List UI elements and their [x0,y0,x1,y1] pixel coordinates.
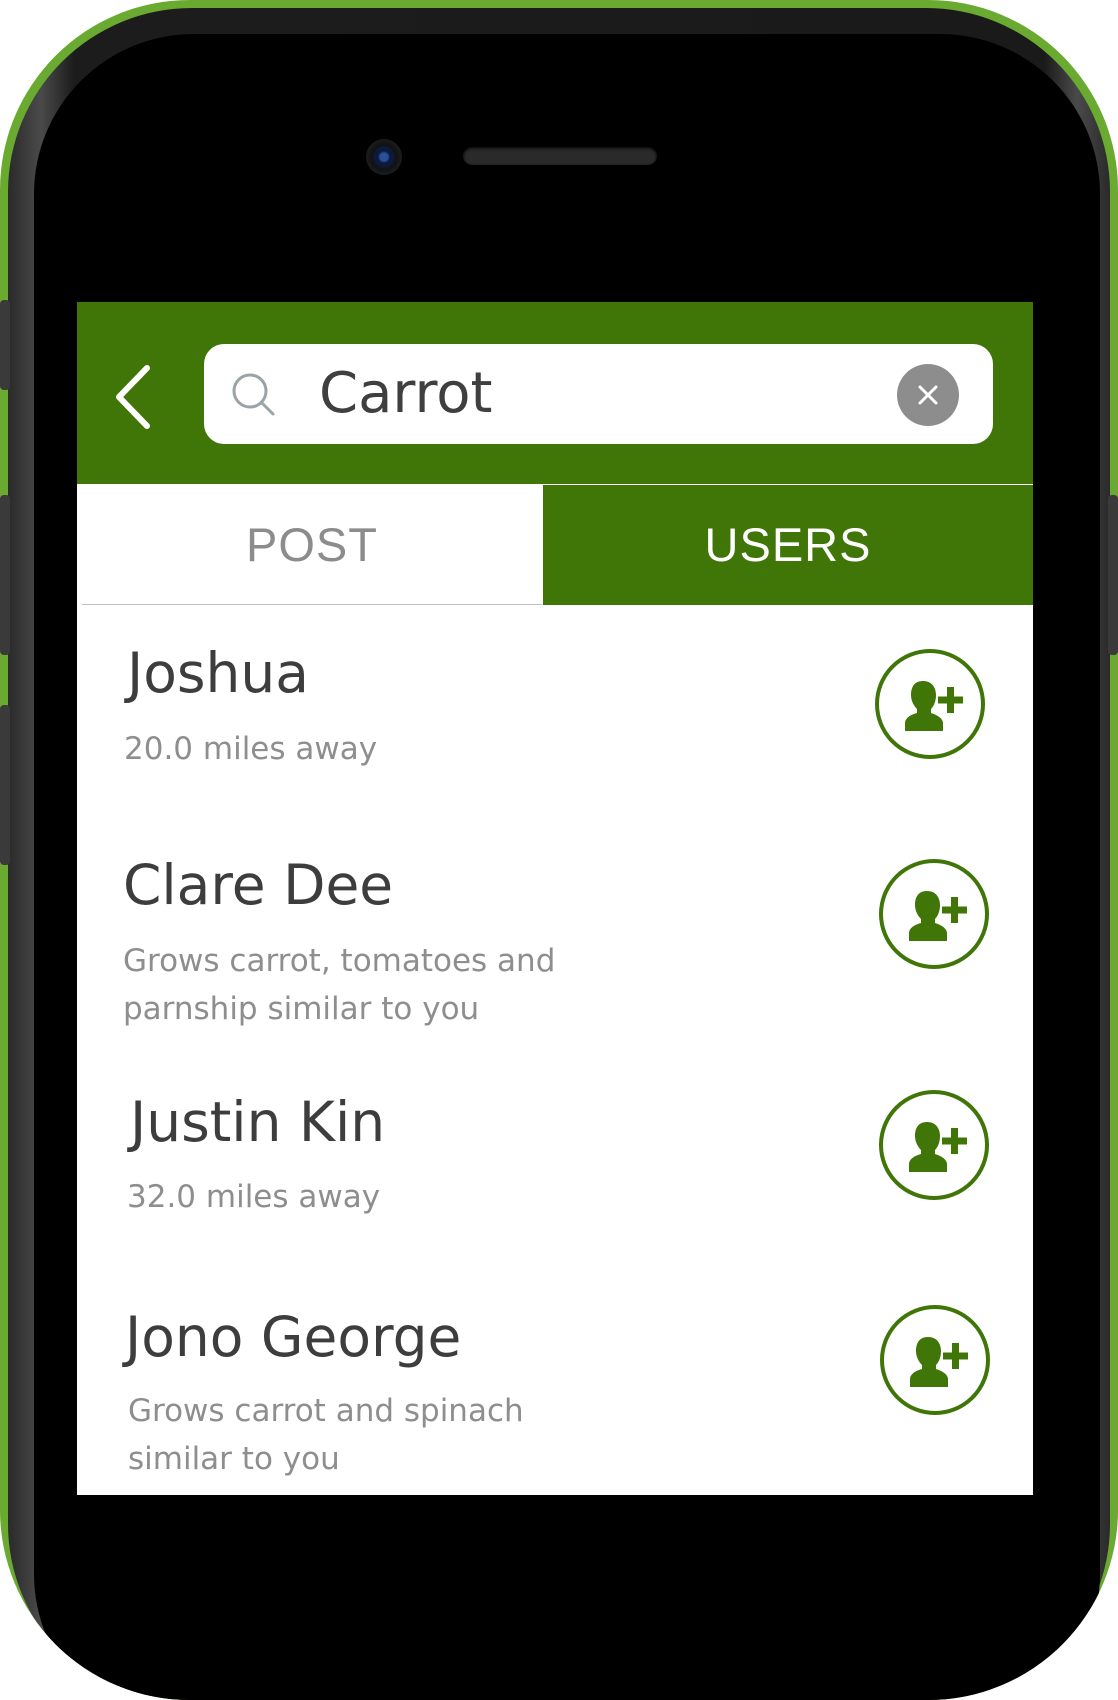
add-user-icon [905,681,963,731]
power-button [1108,495,1118,655]
user-name: Jono George [125,1305,462,1369]
list-item[interactable]: Jono George Grows carrot and spinach sim… [77,1287,1033,1495]
close-icon [918,385,938,405]
search-icon [232,373,275,416]
mute-switch [0,300,10,390]
back-button[interactable] [107,362,167,432]
clear-search-button[interactable] [897,364,959,426]
chevron-left-icon [116,365,150,429]
add-user-button[interactable] [875,649,985,759]
volume-up-button [0,495,10,655]
user-subtitle: Grows carrot and spinach similar to you [128,1393,524,1477]
search-input[interactable]: Carrot [204,344,993,444]
user-subtitle: 20.0 miles away [124,731,378,767]
list-item[interactable]: Justin Kin 32.0 miles away [77,1072,1033,1282]
app-screen: Carrot POST USERS Joshua 20.0 miles away… [77,302,1033,1495]
tab-post[interactable]: POST [82,485,542,605]
add-user-icon [910,1337,968,1387]
add-user-button[interactable] [880,1305,990,1415]
volume-down-button [0,705,10,865]
add-user-icon [909,891,967,941]
search-query-text[interactable]: Carrot [319,358,492,430]
user-subtitle: Grows carrot, tomatoes and parnship simi… [123,943,556,1027]
front-camera [366,139,402,175]
tab-users[interactable]: USERS [543,485,1033,605]
user-name: Justin Kin [130,1090,386,1154]
list-item[interactable]: Joshua 20.0 miles away [77,605,1033,815]
add-user-button[interactable] [879,859,989,969]
earpiece-speaker [463,147,657,165]
add-user-button[interactable] [879,1090,989,1200]
list-item[interactable]: Clare Dee Grows carrot, tomatoes and par… [77,827,1033,1082]
user-subtitle: 32.0 miles away [127,1179,381,1215]
search-header: Carrot [77,302,1033,484]
user-name: Joshua [127,641,309,705]
user-name: Clare Dee [123,853,394,917]
add-user-icon [909,1122,967,1172]
